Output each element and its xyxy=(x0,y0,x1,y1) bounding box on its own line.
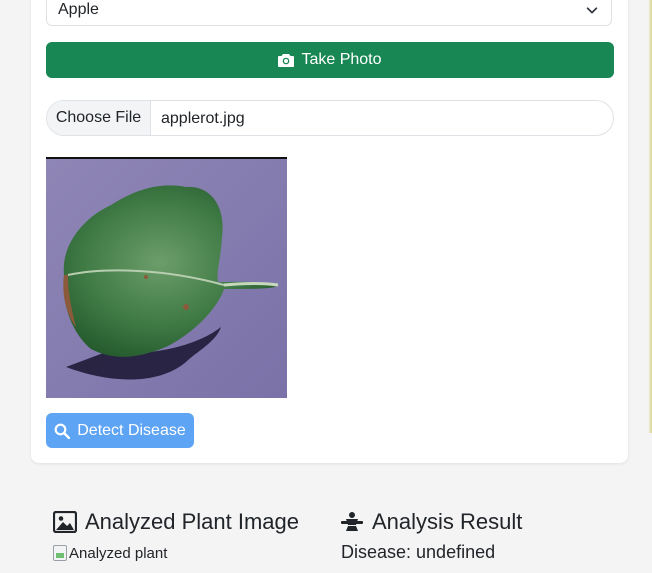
chevron-down-icon xyxy=(586,7,598,14)
microscope-icon xyxy=(341,512,363,531)
detect-disease-label: Detect Disease xyxy=(77,421,186,439)
analyzed-image-heading: Analyzed Plant Image xyxy=(53,508,299,536)
crop-select-value: Apple xyxy=(58,1,99,18)
broken-image-icon xyxy=(53,545,67,561)
leaf-preview-image xyxy=(46,157,287,398)
file-input[interactable]: Choose File applerot.jpg xyxy=(46,100,614,136)
detect-disease-button[interactable]: Detect Disease xyxy=(46,413,194,448)
take-photo-button[interactable]: Take Photo xyxy=(46,42,614,78)
search-icon xyxy=(54,423,71,439)
selected-file-name: applerot.jpg xyxy=(161,110,245,127)
analysis-result-title: Analysis Result xyxy=(372,509,523,534)
choose-file-button[interactable]: Choose File xyxy=(47,101,151,135)
image-icon xyxy=(53,511,77,533)
crop-select[interactable]: Apple xyxy=(46,0,612,26)
disease-result-text: Disease: undefined xyxy=(341,542,496,562)
analyzed-plant-alt-text: Analyzed plant xyxy=(69,544,168,562)
camera-icon xyxy=(278,54,295,67)
analyzed-plant-image: Analyzed plant xyxy=(53,543,167,563)
take-photo-label: Take Photo xyxy=(301,51,382,68)
analysis-result-heading: Analysis Result xyxy=(340,508,522,536)
analyzed-image-title: Analyzed Plant Image xyxy=(85,509,300,534)
